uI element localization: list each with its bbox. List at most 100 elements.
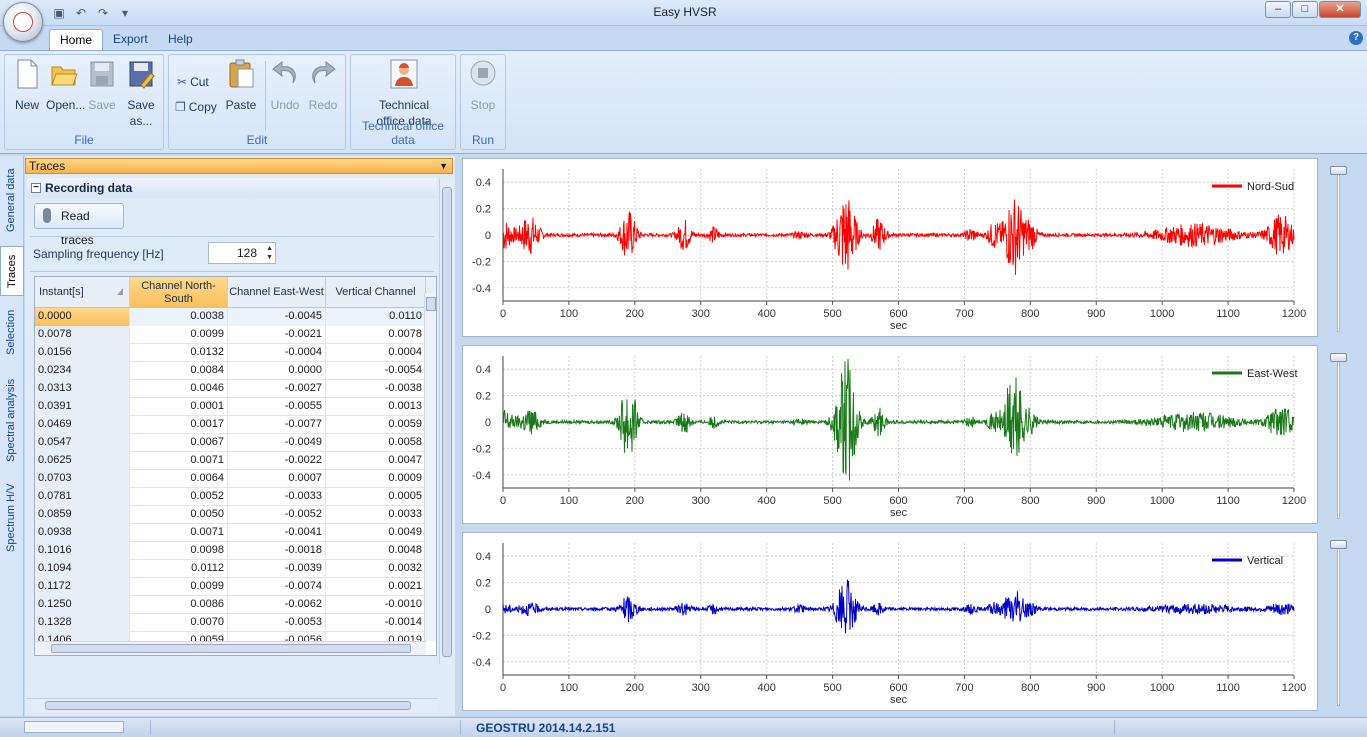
new-button[interactable]: New — [9, 59, 45, 113]
side-tab-selection[interactable]: Selection — [0, 302, 24, 362]
table-cell[interactable]: -0.0052 — [228, 506, 326, 524]
table-cell[interactable]: 0.0084 — [130, 362, 228, 380]
open-button[interactable]: Open... — [46, 59, 85, 113]
sampling-frequency-input[interactable]: 128 ▲ ▼ — [208, 242, 276, 264]
save-icon[interactable]: ▣ — [50, 5, 68, 21]
table-cell[interactable]: -0.0033 — [228, 488, 326, 506]
table-cell[interactable]: 0.0021 — [326, 578, 426, 596]
table-row[interactable]: 0.0625 0.0071 -0.0022 0.0047 — [35, 452, 426, 470]
table-cell[interactable]: 0.0033 — [326, 506, 426, 524]
collapse-icon[interactable]: − — [31, 183, 41, 193]
table-cell[interactable]: -0.0054 — [326, 362, 426, 380]
slider-knob[interactable] — [1330, 166, 1347, 175]
table-cell[interactable]: 0.0038 — [130, 308, 228, 326]
tab-help[interactable]: Help — [158, 29, 203, 50]
table-row[interactable]: 0.0781 0.0052 -0.0033 0.0005 — [35, 488, 426, 506]
qat-customize-icon[interactable]: ▾ — [116, 5, 134, 21]
table-cell[interactable]: -0.0077 — [228, 416, 326, 434]
table-horizontal-scrollbar[interactable] — [35, 641, 426, 655]
table-cell[interactable]: 0.0625 — [35, 452, 130, 470]
side-tab-spectral-analysis[interactable]: Spectral analysis — [0, 370, 24, 470]
table-row[interactable]: 0.0234 0.0084 0.0000 -0.0054 — [35, 362, 426, 380]
tab-export[interactable]: Export — [103, 29, 158, 50]
side-tab-general-data[interactable]: General data — [0, 160, 24, 240]
table-cell[interactable]: -0.0041 — [228, 524, 326, 542]
table-cell[interactable]: 0.0070 — [130, 614, 228, 632]
table-cell[interactable]: 0.0048 — [326, 542, 426, 560]
table-cell[interactable]: 0.0064 — [130, 470, 228, 488]
table-row[interactable]: 0.0078 0.0099 -0.0021 0.0078 — [35, 326, 426, 344]
table-cell[interactable]: 0.1328 — [35, 614, 130, 632]
table-row[interactable]: 0.0469 0.0017 -0.0077 0.0059 — [35, 416, 426, 434]
scroll-thumb[interactable] — [426, 297, 436, 311]
column-header-instant[interactable]: Instant[s] — [35, 277, 130, 308]
table-cell[interactable]: 0.1172 — [35, 578, 130, 596]
table-cell[interactable]: 0.0086 — [130, 596, 228, 614]
help-icon[interactable]: ? — [1349, 31, 1363, 45]
table-cell[interactable]: 0.0000 — [228, 362, 326, 380]
table-cell[interactable]: 0.0000 — [35, 308, 130, 326]
table-cell[interactable]: 0.0132 — [130, 344, 228, 362]
table-cell[interactable]: 0.0009 — [326, 470, 426, 488]
table-cell[interactable]: -0.0021 — [228, 326, 326, 344]
save-button[interactable]: Save — [84, 59, 120, 113]
table-cell[interactable]: -0.0014 — [326, 614, 426, 632]
recording-data-section-header[interactable]: − Recording data — [27, 178, 437, 198]
table-cell[interactable]: 0.0050 — [130, 506, 228, 524]
save-as-button[interactable]: Save as... — [123, 59, 159, 129]
scroll-thumb[interactable] — [442, 187, 452, 657]
table-cell[interactable]: 0.0234 — [35, 362, 130, 380]
table-row[interactable]: 0.1016 0.0098 -0.0018 0.0048 — [35, 542, 426, 560]
table-cell[interactable]: -0.0027 — [228, 380, 326, 398]
slider-knob[interactable] — [1330, 353, 1347, 362]
table-cell[interactable]: 0.0112 — [130, 560, 228, 578]
table-cell[interactable]: -0.0074 — [228, 578, 326, 596]
panel-selector-dropdown[interactable]: Traces ▼ — [25, 158, 453, 174]
table-row[interactable]: 0.0859 0.0050 -0.0052 0.0033 — [35, 506, 426, 524]
column-header-north-south[interactable]: Channel North-South — [130, 277, 228, 308]
table-cell[interactable]: 0.0058 — [326, 434, 426, 452]
table-row[interactable]: 0.0391 0.0001 -0.0055 0.0013 — [35, 398, 426, 416]
table-cell[interactable]: 0.0099 — [130, 326, 228, 344]
table-cell[interactable]: 0.0049 — [326, 524, 426, 542]
table-cell[interactable]: 0.1094 — [35, 560, 130, 578]
paste-button[interactable]: Paste — [223, 59, 259, 113]
application-menu-button[interactable] — [3, 2, 43, 42]
close-button[interactable]: ✕ — [1319, 1, 1361, 18]
table-cell[interactable]: -0.0039 — [228, 560, 326, 578]
table-cell[interactable]: -0.0010 — [326, 596, 426, 614]
panel-horizontal-scrollbar[interactable] — [27, 698, 437, 712]
table-row[interactable]: 0.0938 0.0071 -0.0041 0.0049 — [35, 524, 426, 542]
spinner-arrows-icon[interactable]: ▲ ▼ — [266, 244, 273, 262]
table-row[interactable]: 0.0313 0.0046 -0.0027 -0.0038 — [35, 380, 426, 398]
table-cell[interactable]: 0.0098 — [130, 542, 228, 560]
table-cell[interactable]: 0.0938 — [35, 524, 130, 542]
table-cell[interactable]: 0.0547 — [35, 434, 130, 452]
slider-knob[interactable] — [1330, 540, 1347, 549]
scroll-thumb[interactable] — [45, 701, 411, 710]
tab-home[interactable]: Home — [49, 29, 104, 50]
table-row[interactable]: 0.0000 0.0038 -0.0045 0.0110 — [35, 308, 426, 326]
table-cell[interactable]: 0.0156 — [35, 344, 130, 362]
copy-button[interactable]: ❐ Copy — [175, 100, 217, 114]
table-cell[interactable]: 0.0859 — [35, 506, 130, 524]
table-cell[interactable]: -0.0018 — [228, 542, 326, 560]
table-cell[interactable]: 0.0313 — [35, 380, 130, 398]
table-row[interactable]: 0.0703 0.0064 0.0007 0.0009 — [35, 470, 426, 488]
table-cell[interactable]: -0.0053 — [228, 614, 326, 632]
table-cell[interactable]: -0.0004 — [228, 344, 326, 362]
table-row[interactable]: 0.1094 0.0112 -0.0039 0.0032 — [35, 560, 426, 578]
table-cell[interactable]: 0.0391 — [35, 398, 130, 416]
table-cell[interactable]: -0.0049 — [228, 434, 326, 452]
table-cell[interactable]: 0.0110 — [326, 308, 426, 326]
redo-button[interactable]: Redo — [305, 59, 341, 113]
table-row[interactable]: 0.1328 0.0070 -0.0053 -0.0014 — [35, 614, 426, 632]
panel-vertical-scrollbar[interactable] — [439, 179, 453, 664]
table-cell[interactable]: 0.1250 — [35, 596, 130, 614]
redo-icon[interactable]: ↷ — [94, 5, 112, 21]
scroll-thumb[interactable] — [51, 644, 411, 653]
table-cell[interactable]: 0.0032 — [326, 560, 426, 578]
zoom-slider-east-west[interactable] — [1328, 353, 1348, 523]
table-cell[interactable]: -0.0022 — [228, 452, 326, 470]
table-cell[interactable]: 0.0071 — [130, 452, 228, 470]
